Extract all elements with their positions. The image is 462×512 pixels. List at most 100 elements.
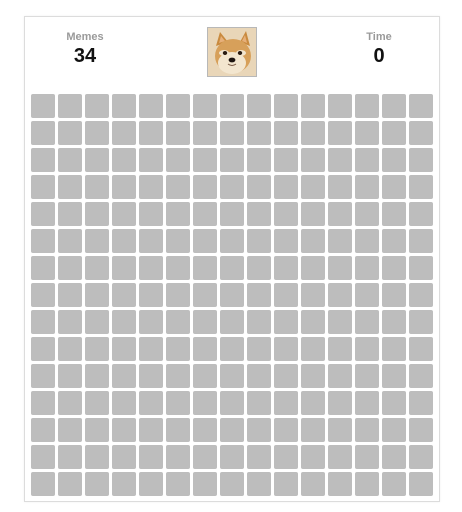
grid-cell[interactable] <box>139 472 163 496</box>
grid-cell[interactable] <box>193 283 217 307</box>
grid-cell[interactable] <box>382 445 406 469</box>
grid-cell[interactable] <box>274 337 298 361</box>
grid-cell[interactable] <box>274 445 298 469</box>
grid-cell[interactable] <box>31 202 55 226</box>
grid-cell[interactable] <box>193 364 217 388</box>
grid-cell[interactable] <box>31 364 55 388</box>
grid-cell[interactable] <box>139 229 163 253</box>
grid-cell[interactable] <box>85 175 109 199</box>
grid-cell[interactable] <box>328 337 352 361</box>
grid-cell[interactable] <box>247 121 271 145</box>
grid-cell[interactable] <box>220 337 244 361</box>
grid-cell[interactable] <box>166 175 190 199</box>
grid-cell[interactable] <box>166 256 190 280</box>
grid-cell[interactable] <box>166 472 190 496</box>
grid-cell[interactable] <box>409 445 433 469</box>
grid-cell[interactable] <box>31 256 55 280</box>
grid-cell[interactable] <box>31 148 55 172</box>
grid-cell[interactable] <box>247 175 271 199</box>
grid-cell[interactable] <box>193 472 217 496</box>
grid-cell[interactable] <box>31 310 55 334</box>
grid-cell[interactable] <box>58 202 82 226</box>
grid-cell[interactable] <box>31 283 55 307</box>
grid-cell[interactable] <box>139 256 163 280</box>
grid-cell[interactable] <box>193 94 217 118</box>
grid-cell[interactable] <box>31 391 55 415</box>
grid-cell[interactable] <box>220 391 244 415</box>
grid-cell[interactable] <box>166 364 190 388</box>
grid-cell[interactable] <box>166 337 190 361</box>
grid-cell[interactable] <box>382 229 406 253</box>
grid-cell[interactable] <box>193 229 217 253</box>
grid-cell[interactable] <box>328 391 352 415</box>
grid-cell[interactable] <box>355 310 379 334</box>
grid-cell[interactable] <box>382 121 406 145</box>
grid-cell[interactable] <box>112 391 136 415</box>
grid-cell[interactable] <box>193 391 217 415</box>
grid-cell[interactable] <box>31 337 55 361</box>
grid-cell[interactable] <box>301 148 325 172</box>
grid-cell[interactable] <box>220 175 244 199</box>
grid-cell[interactable] <box>112 445 136 469</box>
grid-cell[interactable] <box>409 202 433 226</box>
grid-cell[interactable] <box>409 256 433 280</box>
grid-cell[interactable] <box>355 175 379 199</box>
grid-cell[interactable] <box>220 121 244 145</box>
grid-cell[interactable] <box>220 256 244 280</box>
grid-cell[interactable] <box>166 148 190 172</box>
grid-cell[interactable] <box>355 283 379 307</box>
grid-cell[interactable] <box>382 283 406 307</box>
grid-cell[interactable] <box>220 418 244 442</box>
grid-cell[interactable] <box>112 229 136 253</box>
grid-cell[interactable] <box>274 121 298 145</box>
grid-cell[interactable] <box>409 148 433 172</box>
grid-cell[interactable] <box>166 445 190 469</box>
grid-cell[interactable] <box>274 229 298 253</box>
grid-cell[interactable] <box>409 337 433 361</box>
grid-cell[interactable] <box>166 121 190 145</box>
grid-cell[interactable] <box>112 472 136 496</box>
grid-cell[interactable] <box>274 364 298 388</box>
grid-cell[interactable] <box>193 310 217 334</box>
grid-cell[interactable] <box>301 337 325 361</box>
grid-cell[interactable] <box>85 94 109 118</box>
grid-cell[interactable] <box>328 364 352 388</box>
grid-cell[interactable] <box>58 148 82 172</box>
grid-cell[interactable] <box>220 445 244 469</box>
grid-cell[interactable] <box>85 256 109 280</box>
grid-cell[interactable] <box>247 418 271 442</box>
grid-cell[interactable] <box>382 256 406 280</box>
grid-cell[interactable] <box>274 256 298 280</box>
grid-cell[interactable] <box>274 283 298 307</box>
grid-cell[interactable] <box>31 445 55 469</box>
grid-cell[interactable] <box>247 472 271 496</box>
grid-cell[interactable] <box>328 94 352 118</box>
grid-cell[interactable] <box>274 202 298 226</box>
grid-cell[interactable] <box>409 418 433 442</box>
grid-cell[interactable] <box>31 175 55 199</box>
grid-cell[interactable] <box>85 121 109 145</box>
grid-cell[interactable] <box>301 229 325 253</box>
grid-cell[interactable] <box>409 94 433 118</box>
grid-cell[interactable] <box>301 94 325 118</box>
grid-cell[interactable] <box>301 256 325 280</box>
grid-cell[interactable] <box>220 472 244 496</box>
grid-cell[interactable] <box>247 202 271 226</box>
grid-cell[interactable] <box>139 445 163 469</box>
grid-cell[interactable] <box>58 94 82 118</box>
grid-cell[interactable] <box>301 310 325 334</box>
grid-cell[interactable] <box>409 472 433 496</box>
grid-cell[interactable] <box>166 229 190 253</box>
grid-cell[interactable] <box>409 364 433 388</box>
grid-cell[interactable] <box>382 148 406 172</box>
grid-cell[interactable] <box>247 94 271 118</box>
grid-cell[interactable] <box>328 121 352 145</box>
grid-cell[interactable] <box>409 121 433 145</box>
grid-cell[interactable] <box>409 283 433 307</box>
grid-cell[interactable] <box>328 202 352 226</box>
grid-cell[interactable] <box>139 94 163 118</box>
grid-cell[interactable] <box>274 148 298 172</box>
grid-cell[interactable] <box>193 445 217 469</box>
grid-cell[interactable] <box>355 256 379 280</box>
grid-cell[interactable] <box>220 94 244 118</box>
